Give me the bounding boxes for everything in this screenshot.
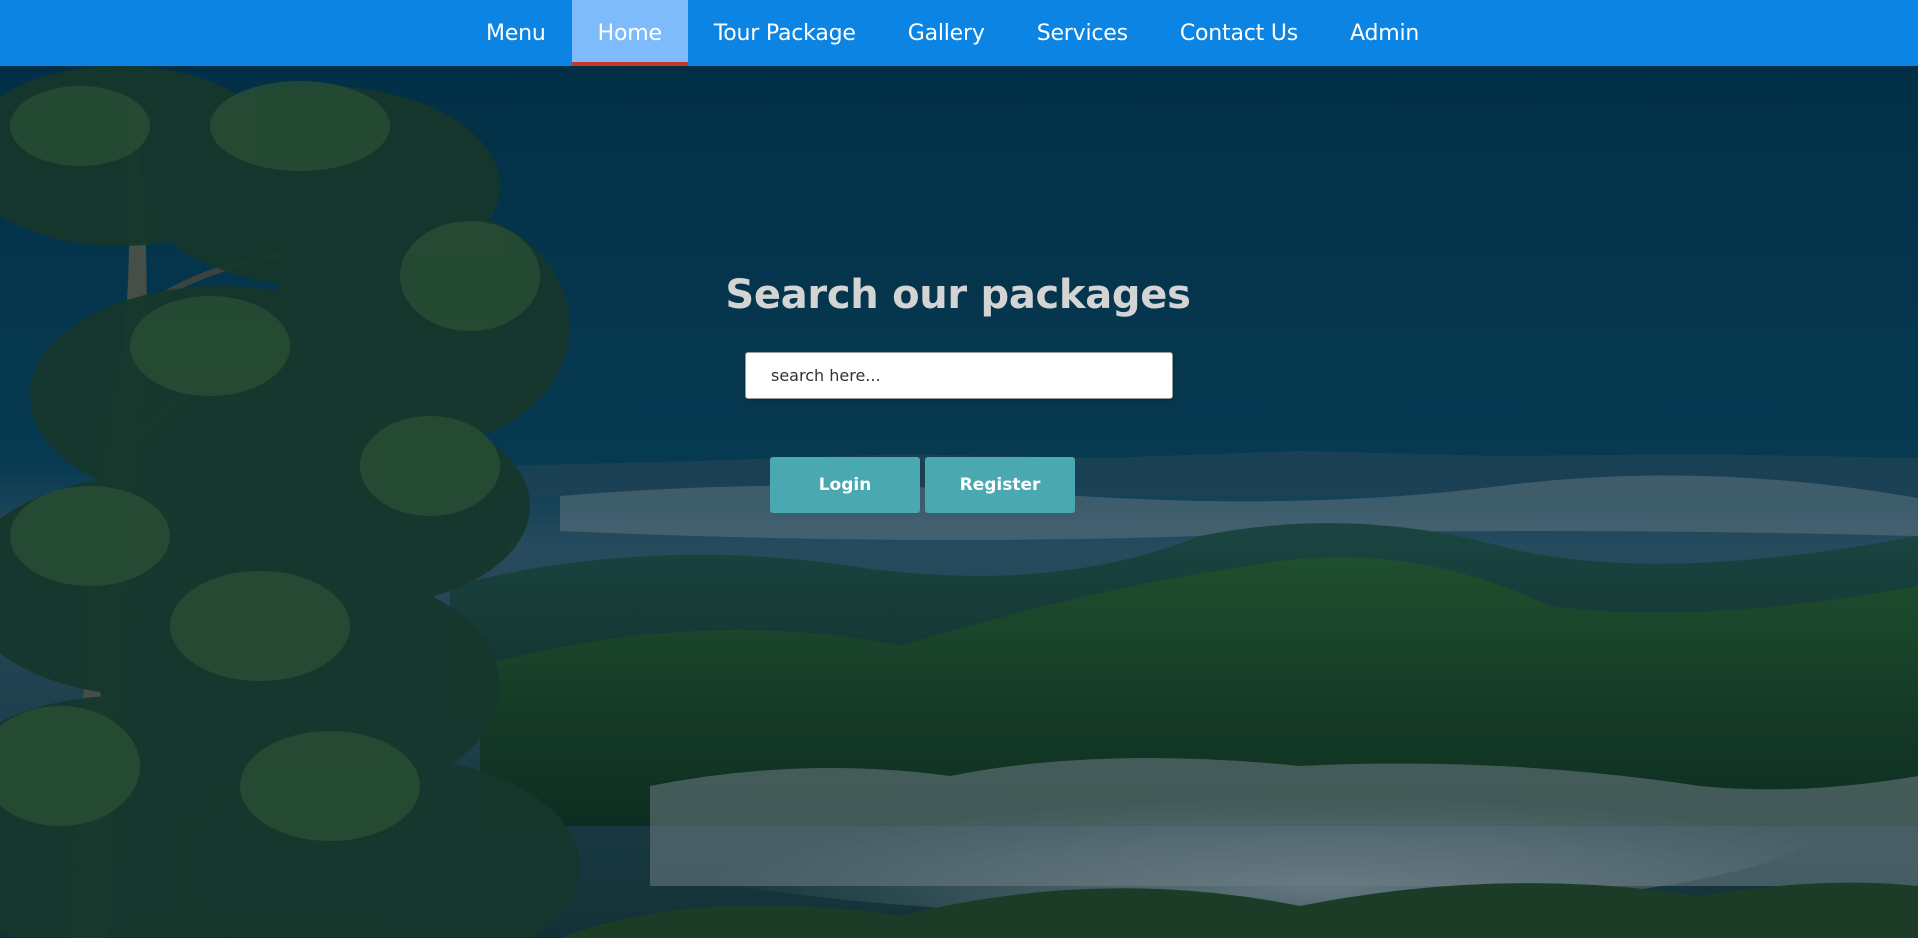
nav-item-menu[interactable]: Menu [460,0,572,66]
login-button[interactable]: Login [770,457,920,513]
page: Menu Home Tour Package Gallery Services … [0,0,1918,938]
search-title: Search our packages [725,272,1191,318]
nav-item-gallery[interactable]: Gallery [882,0,1011,66]
nav-list: Menu Home Tour Package Gallery Services … [460,0,1445,66]
nav-item-services[interactable]: Services [1011,0,1154,66]
nav-item-admin[interactable]: Admin [1324,0,1445,66]
top-navbar: Menu Home Tour Package Gallery Services … [0,0,1918,66]
nav-item-home[interactable]: Home [571,0,688,66]
nav-item-contact-us[interactable]: Contact Us [1154,0,1324,66]
nav-item-tour-package[interactable]: Tour Package [688,0,882,66]
search-input[interactable] [745,352,1173,399]
register-button[interactable]: Register [925,457,1075,513]
